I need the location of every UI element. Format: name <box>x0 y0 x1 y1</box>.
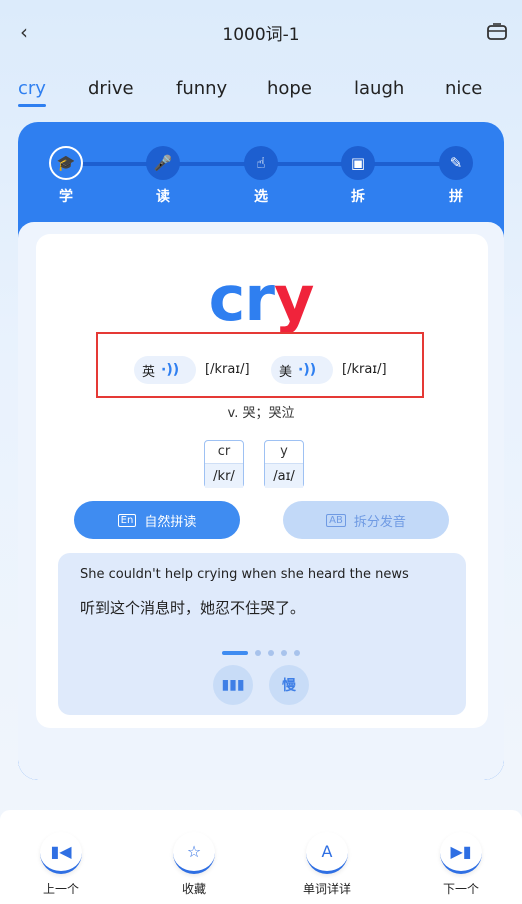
word-meaning: v. 哭；哭泣 <box>227 406 295 421</box>
pencil-icon: ✎ <box>439 146 473 180</box>
chunk-card[interactable]: cr /kr/ <box>204 440 244 488</box>
natural-phonics-button[interactable]: En 自然拼读 <box>74 501 240 539</box>
step-label: 读 <box>156 189 170 205</box>
bottom-nav: ▮◀ 上一个 ☆ 收藏 A 单词详详 ▶▮ 下一个 <box>0 810 522 904</box>
tab-drive[interactable]: drive <box>88 78 134 99</box>
step-split[interactable]: ▣ 拆 <box>341 146 375 206</box>
word-detail-label: 单词详详 <box>302 882 351 896</box>
next-icon: ▶▮ <box>440 832 482 874</box>
microphone-icon: 🎤 <box>146 146 180 180</box>
step-learn[interactable]: 🎓 学 <box>49 146 83 206</box>
tab-funny[interactable]: funny <box>176 78 227 99</box>
header: ‹ 1000词-1 <box>0 0 522 64</box>
tab-cry[interactable]: cry <box>18 78 46 99</box>
speaker-icon: ·)) <box>298 362 317 378</box>
word-display: cry <box>0 262 522 335</box>
tab-hope[interactable]: hope <box>267 78 312 99</box>
pagination-dot[interactable] <box>281 650 287 656</box>
play-audio-button[interactable]: ▮▮▮ <box>213 665 253 705</box>
pron-lang-label: 英 <box>142 364 156 380</box>
en-icon: En <box>117 513 137 527</box>
pagination-dot-active[interactable] <box>222 651 248 655</box>
next-button[interactable]: ▶▮ 下一个 <box>421 810 501 897</box>
example-english: She couldn't help crying when she heard … <box>80 567 409 582</box>
chunk-letters: cr <box>217 444 231 459</box>
step-read[interactable]: 🎤 读 <box>146 146 180 206</box>
page-title: 1000词-1 <box>222 25 300 45</box>
ipa-us: [/kraɪ/] <box>342 362 387 377</box>
step-label: 选 <box>254 189 268 205</box>
next-label: 下一个 <box>442 882 479 896</box>
waveform-icon: ▮▮▮ <box>221 677 245 693</box>
slow-label: 慢 <box>282 678 296 694</box>
pron-us-button[interactable]: 美 ·)) <box>271 356 333 384</box>
graduation-cap-icon: 🎓 <box>49 146 83 180</box>
tab-laugh[interactable]: laugh <box>354 78 404 99</box>
favorite-label: 收藏 <box>181 882 206 896</box>
ipa-uk: [/kraɪ/] <box>205 362 250 377</box>
prev-icon: ▮◀ <box>40 832 82 874</box>
pron-lang-label: 美 <box>279 364 293 380</box>
chunk-card[interactable]: y /aɪ/ <box>264 440 304 488</box>
pointer-icon: ☝ <box>244 146 278 180</box>
prev-label: 上一个 <box>42 882 79 896</box>
pron-uk-button[interactable]: 英 ·)) <box>134 356 196 384</box>
step-label: 拆 <box>351 189 365 205</box>
book-icon[interactable] <box>486 22 508 42</box>
chunk-sound: /aɪ/ <box>265 463 303 488</box>
step-select[interactable]: ☝ 选 <box>244 146 278 206</box>
chunk-letters: y <box>280 444 288 459</box>
chunk-sound: /kr/ <box>205 463 243 488</box>
star-icon: ☆ <box>173 832 215 874</box>
natural-phonics-label: 自然拼读 <box>144 514 197 530</box>
pagination-dot[interactable] <box>268 650 274 656</box>
split-pronunciation-button[interactable]: AB 拆分发音 <box>283 501 449 539</box>
example-chinese: 听到这个消息时，她忍不住哭了。 <box>80 599 306 617</box>
word-part-1: cr <box>208 262 275 335</box>
prev-button[interactable]: ▮◀ 上一个 <box>21 810 101 897</box>
tab-underline <box>18 104 46 107</box>
word-detail-button[interactable]: A 单词详详 <box>287 810 367 897</box>
example-panel: She couldn't help crying when she heard … <box>58 553 466 715</box>
favorite-button[interactable]: ☆ 收藏 <box>154 810 234 897</box>
split-pronunciation-label: 拆分发音 <box>353 514 406 530</box>
step-bar: 🎓 学 🎤 读 ☝ 选 ▣ 拆 ✎ 拼 <box>18 122 504 222</box>
step-label: 学 <box>59 189 73 205</box>
word-part-2: y <box>273 262 314 335</box>
step-spell[interactable]: ✎ 拼 <box>439 146 473 206</box>
tab-nice[interactable]: nice <box>445 78 482 99</box>
pagination-dot[interactable] <box>255 650 261 656</box>
step-label: 拼 <box>449 189 463 205</box>
layers-icon: ▣ <box>341 146 375 180</box>
slow-play-button[interactable]: 慢 <box>269 665 309 705</box>
word-detail-icon: A <box>306 832 348 874</box>
word-tabs: cry drive funny hope laugh nice <box>0 76 522 116</box>
speaker-icon: ·)) <box>161 362 180 378</box>
ab-icon: AB <box>326 513 346 527</box>
pagination-dot[interactable] <box>294 650 300 656</box>
